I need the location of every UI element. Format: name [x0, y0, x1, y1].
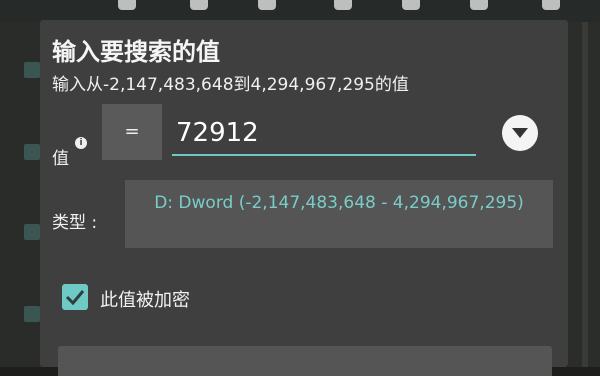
history-dropdown-button[interactable]	[502, 115, 538, 151]
background-checkbox	[24, 62, 40, 78]
type-select[interactable]: D: Dword (-2,147,483,648 - 4,294,967,295…	[125, 180, 553, 248]
info-icon[interactable]: i	[75, 137, 87, 149]
background-toolbar	[0, 0, 600, 22]
toolbar-icon	[258, 0, 276, 10]
background-checkbox	[24, 224, 40, 240]
chevron-down-icon	[512, 128, 528, 138]
value-input[interactable]: 72912	[172, 116, 476, 156]
encrypted-label: 此值被加密	[100, 290, 190, 311]
search-button[interactable]	[58, 346, 552, 376]
dialog-title: 输入要搜索的值	[52, 38, 220, 66]
dialog-subtitle: 输入从-2,147,483,648到4,294,967,295的值	[52, 75, 409, 95]
toolbar-icon	[542, 0, 560, 10]
toolbar-icon	[402, 0, 420, 10]
background-list	[0, 22, 42, 367]
toolbar-icon	[470, 0, 488, 10]
background-checkbox	[24, 144, 40, 160]
background-checkbox	[24, 306, 40, 322]
checkmark-icon	[65, 290, 85, 306]
type-label: 类型 :	[52, 213, 98, 233]
toolbar-icon	[190, 0, 208, 10]
search-value-dialog: 输入要搜索的值 输入从-2,147,483,648到4,294,967,295的…	[40, 20, 568, 376]
value-label: 值	[52, 149, 69, 169]
operator-button[interactable]: =	[102, 104, 162, 160]
toolbar-icon	[118, 0, 136, 10]
toolbar-icon	[334, 0, 352, 10]
background-scrollbar	[582, 22, 588, 367]
encrypted-checkbox[interactable]	[62, 284, 88, 310]
